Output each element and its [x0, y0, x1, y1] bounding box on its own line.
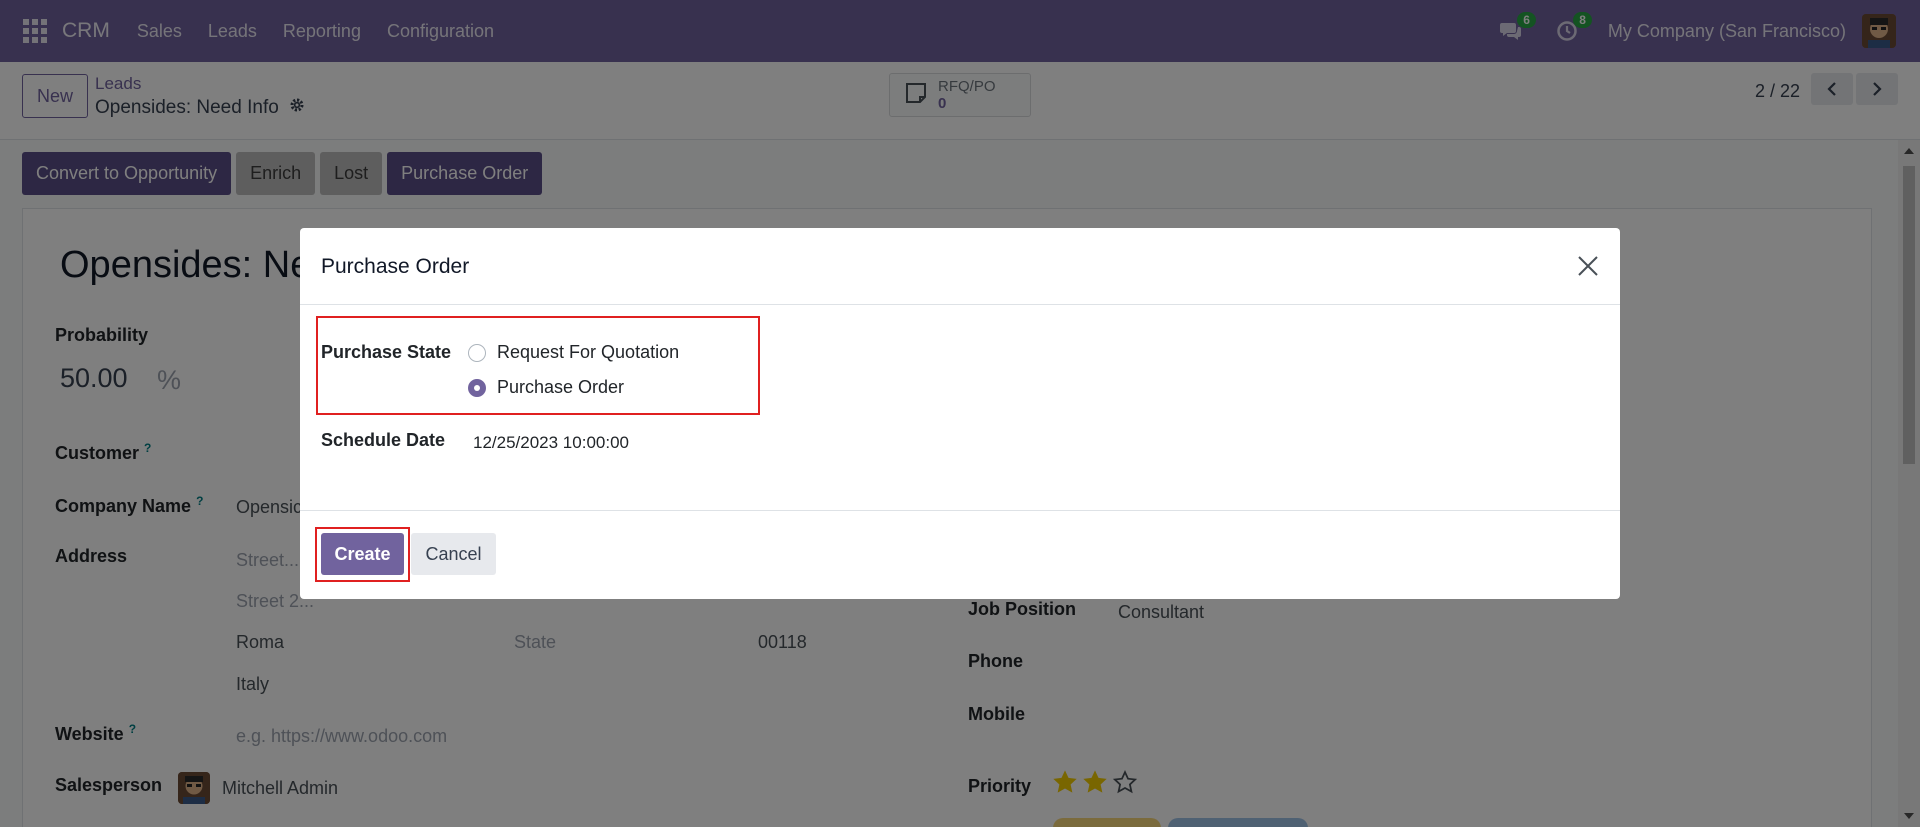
- radio-purchase-order[interactable]: Purchase Order: [468, 377, 624, 398]
- create-button[interactable]: Create: [321, 533, 404, 575]
- modal-body: Purchase State Request For Quotation Pur…: [300, 305, 1620, 510]
- radio-button-checked[interactable]: [468, 378, 486, 397]
- schedule-date-label: Schedule Date: [321, 430, 446, 450]
- purchase-state-label: Purchase State: [321, 342, 452, 362]
- modal-header: Purchase Order: [300, 228, 1620, 305]
- purchase-state-highlight: [316, 316, 760, 415]
- close-icon: [1578, 256, 1598, 276]
- schedule-date-field[interactable]: 12/25/2023 10:00:00: [473, 433, 629, 453]
- radio-label: Request For Quotation: [497, 342, 680, 362]
- radio-button[interactable]: [468, 343, 486, 362]
- radio-label: Purchase Order: [497, 377, 625, 397]
- radio-request-for-quotation[interactable]: Request For Quotation: [468, 342, 679, 363]
- purchase-order-dialog: Purchase Order Purchase State Request Fo…: [300, 228, 1620, 599]
- modal-title: Purchase Order: [321, 255, 470, 278]
- cancel-button[interactable]: Cancel: [411, 533, 496, 575]
- close-button[interactable]: [1574, 252, 1602, 280]
- modal-footer: Create Cancel: [300, 510, 1620, 599]
